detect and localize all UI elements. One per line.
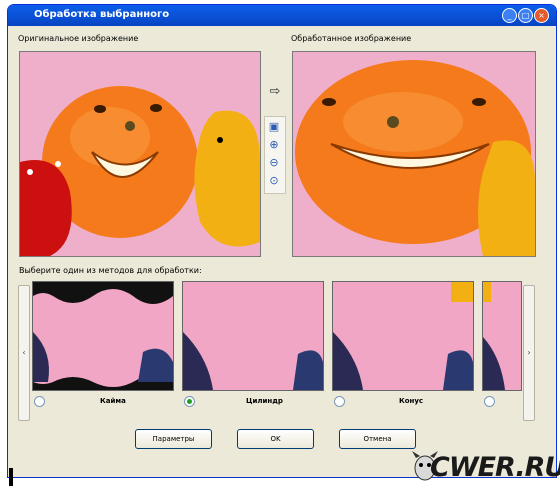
maximize-button[interactable]: □ (518, 8, 533, 23)
params-button[interactable]: Параметры (135, 429, 212, 449)
zoom-icon[interactable]: ⊙ (267, 174, 281, 188)
window-title: Обработка выбранного (34, 9, 170, 20)
scroll-right-button[interactable]: › (523, 285, 535, 421)
radio-method-4[interactable] (484, 396, 495, 407)
radio-label-konus: Конус (399, 397, 424, 405)
ok-button[interactable]: OK (237, 429, 314, 449)
choose-method-label: Выберите один из методов для обработки: (19, 266, 202, 275)
zoom-out-icon[interactable]: ⊖ (267, 156, 281, 170)
radio-cylinder[interactable] (184, 396, 195, 407)
method-thumb-konus[interactable] (332, 281, 474, 391)
radio-label-kayma: Кайма (100, 397, 126, 405)
cancel-button[interactable]: Отмена (339, 429, 416, 449)
title-bar[interactable]: Обработка выбранного _ □ × (8, 5, 556, 26)
radio-label-cylinder: Цилиндр (246, 397, 283, 405)
arrow-right-icon[interactable]: ⇨ (268, 85, 282, 99)
watermark-text: CWER.RU (430, 452, 560, 483)
radio-konus[interactable] (334, 396, 345, 407)
method-thumb-4[interactable] (482, 281, 522, 391)
original-image-label: Оригинальное изображение (18, 34, 139, 43)
radio-kayma[interactable] (34, 396, 45, 407)
scroll-left-button[interactable]: ‹ (18, 285, 30, 421)
fit-to-window-icon[interactable]: ▣ (267, 120, 281, 134)
processed-image (292, 51, 536, 257)
original-image (19, 51, 261, 257)
close-button[interactable]: × (534, 8, 549, 23)
minimize-button[interactable]: _ (502, 8, 517, 23)
zoom-in-icon[interactable]: ⊕ (267, 138, 281, 152)
method-thumb-cylinder[interactable] (182, 281, 324, 391)
dialog-window: Обработка выбранного _ □ × Оригинальное … (7, 4, 557, 478)
method-thumb-kayma[interactable] (32, 281, 174, 391)
corner-marker (9, 468, 13, 486)
processed-image-label: Обработанное изображение (291, 34, 412, 43)
